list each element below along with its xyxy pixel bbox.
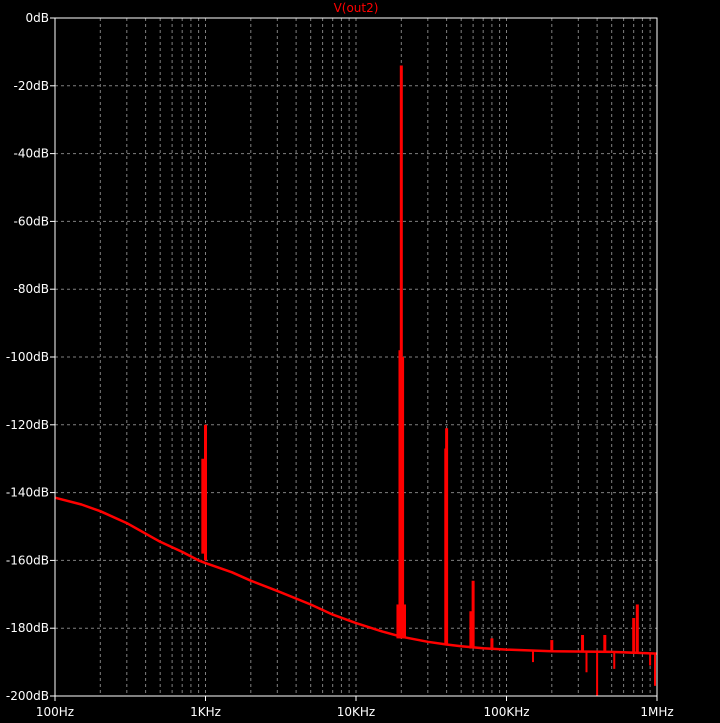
y-tick-label: -40dB: [14, 147, 49, 161]
x-tick-label: 1KHz: [190, 705, 221, 719]
y-tick-label: -180dB: [6, 621, 49, 635]
y-tick-label: -200dB: [6, 689, 49, 703]
x-tick-label: 1MHz: [640, 705, 673, 719]
chart-title: V(out2): [334, 1, 379, 15]
y-tick-label: -120dB: [6, 418, 49, 432]
y-tick-label: -20dB: [14, 79, 49, 93]
chart: 100Hz 1KHz 10KHz 100KHz 1MHz 0dB -20dB -40dB -6…: [0, 0, 720, 723]
y-tick-label: -80dB: [14, 282, 49, 296]
y-tick-label: -140dB: [6, 486, 49, 500]
x-tick-label: 100Hz: [36, 705, 74, 719]
y-tick-label: -60dB: [14, 214, 49, 228]
y-tick-label: 0dB: [26, 11, 49, 25]
y-tick-label: -160dB: [6, 553, 49, 567]
x-tick-label: 100KHz: [483, 705, 529, 719]
y-tick-label: -100dB: [6, 350, 49, 364]
x-tick-label: 10KHz: [337, 705, 375, 719]
